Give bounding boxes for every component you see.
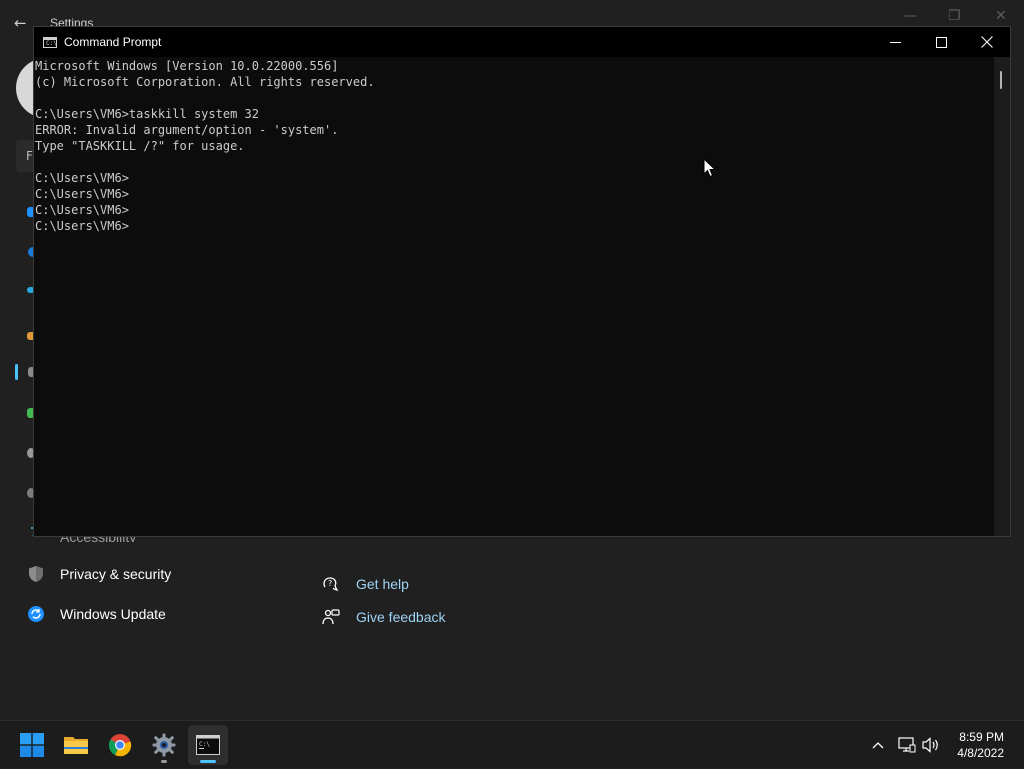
console-line: ERROR: Invalid argument/option - 'system… [35,123,339,137]
svg-text:C:\: C:\ [199,741,210,748]
shield-icon [24,562,48,586]
console-line: C:\Users\VM6> [35,187,129,201]
taskbar: C:\ 8:59 PM 4/8/2022 [0,720,1024,768]
console-line: C:\Users\VM6>taskkill system 32 [35,107,259,121]
windows-start-icon [20,733,44,757]
nav-privacy-security-label: Privacy & security [60,566,172,582]
network-status-button[interactable] [895,721,919,769]
restore-icon[interactable]: ❐ [948,8,961,24]
svg-text:?: ? [328,579,332,588]
terminal-icon: C:\ [196,735,220,755]
gear-icon [152,733,176,757]
windows-update-icon [24,602,48,626]
get-help-link[interactable]: ? Get help [320,571,409,597]
cmd-title-bar[interactable]: C:\ Command Prompt [34,27,1010,57]
clock-time: 8:59 PM [959,730,1004,744]
show-hidden-icons-button[interactable] [866,721,890,769]
console-line: Microsoft Windows [Version 10.0.22000.55… [35,59,339,73]
minimize-icon [889,41,901,43]
nav-privacy-security[interactable]: Privacy & security [24,556,171,592]
console-line: Type "TASKKILL /?" for usage. [35,139,245,153]
taskbar-file-explorer[interactable] [56,725,96,765]
console-prompt-line: C:\Users\VM6> [35,219,129,233]
active-indicator [200,760,216,763]
chrome-icon [108,734,132,757]
volume-button[interactable] [919,721,943,769]
speaker-icon [922,737,938,753]
nav-windows-update[interactable]: Windows Update [24,596,166,632]
back-arrow-icon[interactable]: ← [14,14,27,32]
cmd-minimize-button[interactable] [872,27,918,57]
taskbar-chrome[interactable] [100,725,140,765]
chevron-up-icon [872,742,884,749]
folder-icon [64,737,88,754]
taskbar-command-prompt[interactable]: C:\ [188,725,228,765]
cmd-scrollbar[interactable] [994,57,1010,536]
help-icon: ? [320,573,342,595]
cmd-app-icon: C:\ [43,36,57,48]
console-line: C:\Users\VM6> [35,171,129,185]
feedback-icon [320,606,342,628]
cmd-maximize-button[interactable] [918,27,964,57]
close-icon[interactable]: ✕ [995,8,1007,24]
cmd-window-title: Command Prompt [64,35,162,49]
give-feedback-label: Give feedback [356,609,446,625]
scrollbar-thumb[interactable] [1000,71,1002,89]
console-line: C:\Users\VM6> [35,203,129,217]
give-feedback-link[interactable]: Give feedback [320,604,446,630]
start-button[interactable] [12,725,52,765]
console-output[interactable]: Microsoft Windows [Version 10.0.22000.55… [34,57,996,536]
nav-selection-indicator [15,364,18,380]
get-help-label: Get help [356,576,409,592]
running-indicator [161,760,167,763]
cmd-close-button[interactable] [964,27,1010,57]
nav-windows-update-label: Windows Update [60,606,166,622]
network-icon [898,737,916,753]
minimize-icon[interactable]: — [903,8,917,24]
system-clock[interactable]: 8:59 PM 4/8/2022 [957,729,1004,761]
close-icon [981,36,993,48]
taskbar-settings[interactable] [144,725,184,765]
maximize-icon [935,36,947,48]
console-line: (c) Microsoft Corporation. All rights re… [35,75,375,89]
mouse-cursor-icon [703,158,717,178]
command-prompt-window[interactable]: C:\ Command Prompt Microsoft Windows [Ve… [33,26,1011,537]
clock-date: 4/8/2022 [957,746,1004,760]
